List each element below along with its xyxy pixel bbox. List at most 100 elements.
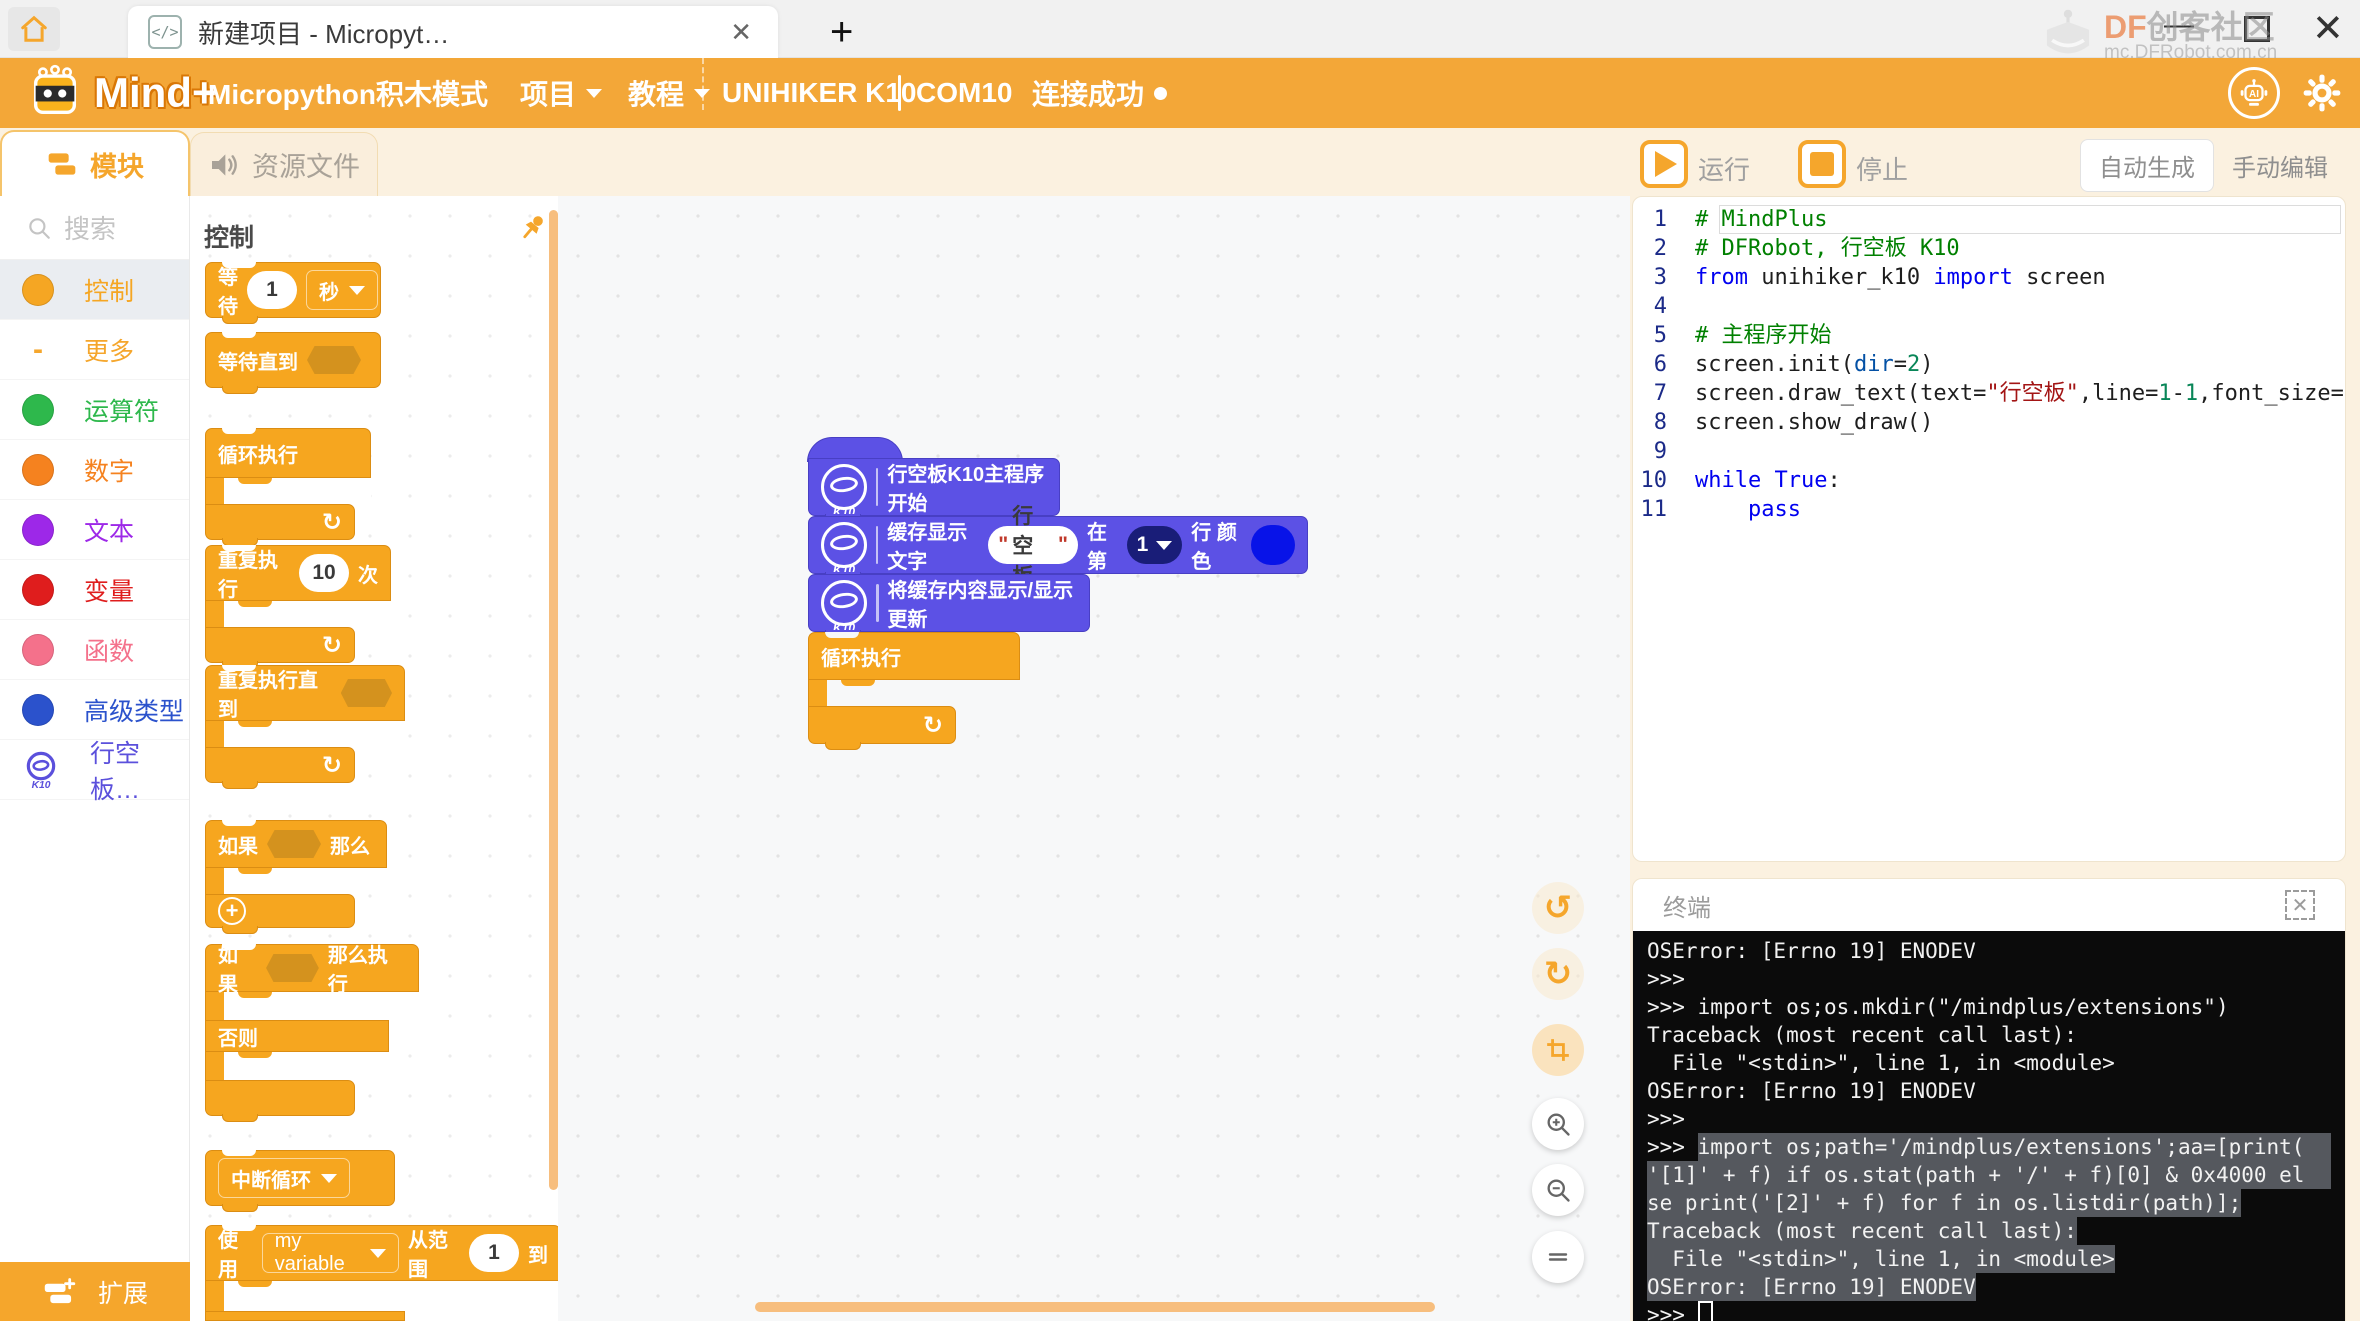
block-cache-draw-text[interactable]: K10 缓存显示文字 "行空板" 在第 1 行 颜色 xyxy=(808,516,1308,574)
color-swatch[interactable] xyxy=(1251,525,1295,565)
terminal-line: >>> xyxy=(1647,1301,2331,1321)
undo-button[interactable]: ↺ xyxy=(1532,882,1584,934)
block-show-draw[interactable]: K10 将缓存内容显示/显示更新 xyxy=(808,574,1090,632)
run-button[interactable] xyxy=(1640,140,1688,188)
manual-edit-toggle[interactable]: 手动编辑 xyxy=(2214,140,2346,191)
code-line: 8screen.show_draw() xyxy=(1633,408,2345,437)
stop-button[interactable] xyxy=(1798,140,1846,188)
close-window-icon[interactable]: ✕ xyxy=(2312,6,2344,51)
condition-slot[interactable] xyxy=(307,346,361,374)
home-button[interactable] xyxy=(8,7,60,51)
number-input[interactable]: 1 xyxy=(469,1234,519,1272)
code-line: 2# DFRobot, 行空板 K10 xyxy=(1633,234,2345,263)
code-line: 5# 主程序开始 xyxy=(1633,321,2345,350)
terminal-line: >>> import os;path='/mindplus/extensions… xyxy=(1647,1133,2331,1161)
new-tab-button[interactable]: + xyxy=(830,10,853,55)
sidebar-category[interactable]: K10行空板… xyxy=(0,740,189,800)
terminal-line: OSError: [Errno 19] ENODEV xyxy=(1647,937,2331,965)
zoom-in-button[interactable] xyxy=(1532,1098,1584,1150)
category-label: 更多 xyxy=(84,332,134,368)
panel-tab-row: 模块 资源文件 xyxy=(0,128,1630,196)
menu-project[interactable]: 项目 xyxy=(520,58,602,128)
chevron-down-icon xyxy=(1156,541,1172,550)
break-dropdown[interactable]: 中断循环 xyxy=(218,1158,350,1198)
mindplus-logo[interactable]: Mind+ xyxy=(26,58,217,128)
palette-category-header: 控制 xyxy=(204,218,254,254)
code-lines: 1# MindPlus2# DFRobot, 行空板 K103from unih… xyxy=(1633,205,2345,524)
terminal-line: File "<stdin>", line 1, in <module> xyxy=(1647,1245,2331,1273)
loop-arrow-icon: ↻ xyxy=(322,508,342,537)
block-if[interactable]: 如果 那么 + xyxy=(205,820,387,928)
document-tab-title: 新建项目 - Micropyt… xyxy=(198,14,708,51)
stop-label[interactable]: 停止 xyxy=(1856,150,1908,187)
workspace-canvas[interactable]: K10 行空板K10主程序开始 K10 缓存显示文字 "行空板" 在第 1 xyxy=(558,196,1630,1321)
block-if-else[interactable]: 如果 那么执行 否则 xyxy=(205,944,419,1116)
condition-slot[interactable] xyxy=(341,679,392,707)
block-repeat-until[interactable]: 重复执行直到 ↻ xyxy=(205,665,405,783)
code-line: 3from unihiker_k10 import screen xyxy=(1633,263,2345,292)
auto-generate-toggle[interactable]: 自动生成 xyxy=(2080,139,2214,192)
block-forever-canvas[interactable]: 循环执行 ↻ xyxy=(808,632,1020,744)
palette-scrollbar[interactable] xyxy=(549,210,558,1190)
sidebar-category[interactable]: -更多 xyxy=(0,320,189,380)
settings-button[interactable] xyxy=(2296,67,2348,119)
category-list: 控制-更多运算符数字文本变量函数高级类型 K10行空板… xyxy=(0,260,189,800)
sidebar-category[interactable]: 运算符 xyxy=(0,380,189,440)
board-name[interactable]: UNIHIKER K10 xyxy=(722,58,916,128)
line-number-dropdown[interactable]: 1 xyxy=(1127,526,1183,564)
sidebar-category[interactable]: 变量 xyxy=(0,560,189,620)
terminal-line: OSError: [Errno 19] ENODEV xyxy=(1647,1077,2331,1105)
unit-dropdown[interactable]: 秒 xyxy=(306,270,378,310)
variable-dropdown[interactable]: my variable xyxy=(262,1233,399,1273)
block-palette: 控制 等待 1 秒 等待直到 xyxy=(190,196,558,1321)
category-label: 数字 xyxy=(84,452,134,488)
close-tab-icon[interactable]: ✕ xyxy=(724,17,758,48)
tab-resources[interactable]: 资源文件 xyxy=(190,132,378,196)
block-wait-until[interactable]: 等待直到 xyxy=(205,332,381,388)
plus-circle-icon[interactable]: + xyxy=(218,897,246,925)
mode-label: Micropython积木模式 xyxy=(208,58,488,128)
zoom-out-button[interactable] xyxy=(1532,1164,1584,1216)
reset-zoom-button[interactable] xyxy=(1532,1231,1584,1283)
document-tab[interactable]: </> 新建项目 - Micropyt… ✕ xyxy=(128,6,778,58)
code-editor[interactable]: 1# MindPlus2# DFRobot, 行空板 K103from unih… xyxy=(1632,196,2346,862)
condition-slot[interactable] xyxy=(266,954,319,982)
category-color-dot xyxy=(22,634,54,666)
code-line: 9 xyxy=(1633,437,2345,466)
text-input[interactable]: "行空板" xyxy=(988,526,1078,564)
sidebar-category[interactable]: 数字 xyxy=(0,440,189,500)
tab-modules[interactable]: 模块 xyxy=(0,130,190,196)
maximize-icon[interactable] xyxy=(2244,16,2270,42)
block-forever[interactable]: 循环执行 ↻ xyxy=(205,428,371,540)
menu-tutorial[interactable]: 教程 xyxy=(628,58,710,128)
block-for-range[interactable]: 使用 my variable 从范围 1 到 xyxy=(205,1225,558,1321)
block-repeat[interactable]: 重复执行 10 次 ↻ xyxy=(205,545,391,663)
canvas-horizontal-scrollbar[interactable] xyxy=(755,1302,1435,1312)
screenshot-button[interactable] xyxy=(1532,1024,1584,1076)
category-color-dot xyxy=(22,514,54,546)
redo-button[interactable]: ↻ xyxy=(1532,948,1584,1000)
clear-terminal-icon[interactable]: ✕ xyxy=(2285,890,2315,920)
search-input[interactable]: 搜索 xyxy=(0,196,189,260)
port-name[interactable]: COM10 xyxy=(916,58,1012,128)
category-label: 高级类型 xyxy=(84,692,184,728)
terminal-line: File "<stdin>", line 1, in <module> xyxy=(1647,1049,2331,1077)
block-break-loop[interactable]: 中断循环 xyxy=(205,1150,395,1206)
pin-icon[interactable] xyxy=(516,210,550,244)
ai-assistant-button[interactable]: AI xyxy=(2228,67,2280,119)
minimize-icon[interactable]: — xyxy=(2164,8,2194,42)
k10-board-icon: K10 xyxy=(821,522,867,568)
sidebar-category[interactable]: 文本 xyxy=(0,500,189,560)
number-input[interactable]: 10 xyxy=(299,554,349,592)
block-wait[interactable]: 等待 1 秒 xyxy=(205,262,381,318)
run-label[interactable]: 运行 xyxy=(1698,150,1750,187)
sidebar-category[interactable]: 函数 xyxy=(0,620,189,680)
extensions-button[interactable]: 扩展 xyxy=(0,1262,190,1321)
svg-text:AI: AI xyxy=(2249,89,2259,100)
sidebar-category[interactable]: 高级类型 xyxy=(0,680,189,740)
condition-slot[interactable] xyxy=(267,830,321,858)
number-input[interactable]: 1 xyxy=(247,271,297,309)
terminal-output[interactable]: OSError: [Errno 19] ENODEV >>> >>> import … xyxy=(1633,931,2345,1321)
sidebar-category[interactable]: 控制 xyxy=(0,260,189,320)
terminal-line: se print('[2]' + f) for f in os.listdir(… xyxy=(1647,1189,2331,1217)
